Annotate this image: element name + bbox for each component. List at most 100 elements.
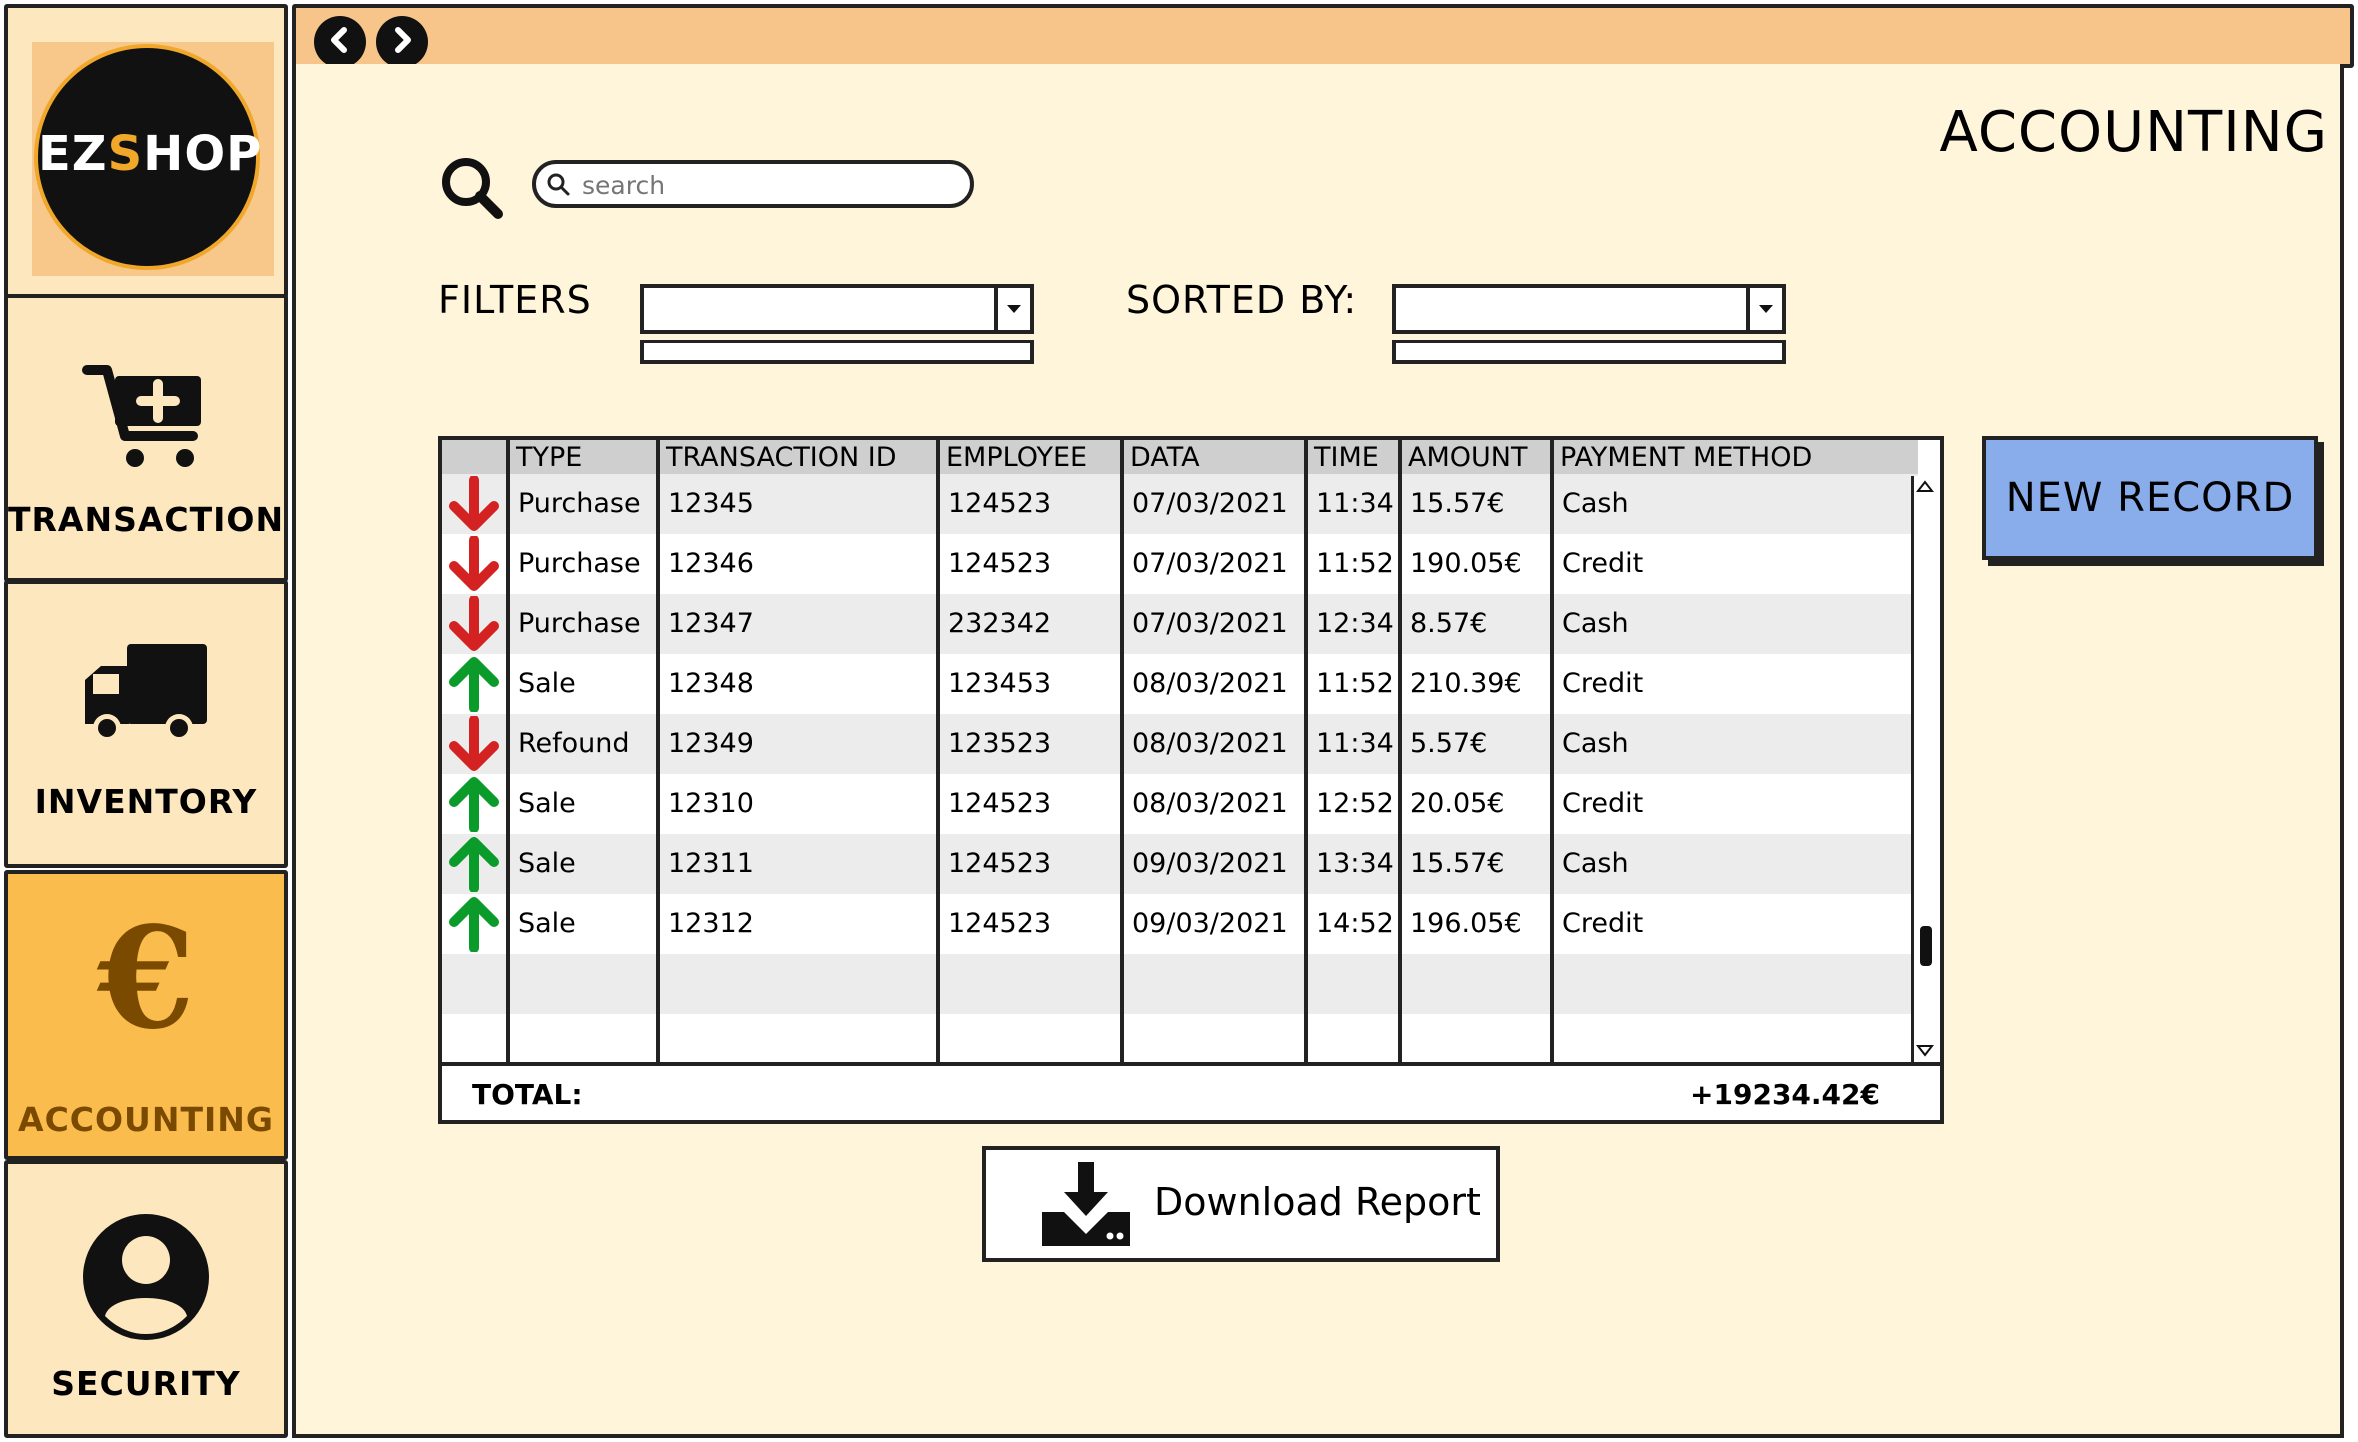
table-row[interactable]: Sale 12348 123453 08/03/2021 11:52 210.39€ Cre… [442, 654, 1918, 714]
cell-date: 07/03/2021 [1132, 548, 1288, 579]
cell-employee: 123453 [948, 668, 1052, 699]
cart-plus-icon [81, 362, 211, 472]
table-row[interactable]: Sale 12310 124523 08/03/2021 12:52 20.05€ Cred… [442, 774, 1918, 834]
cell-date: 09/03/2021 [1132, 848, 1288, 879]
search-input[interactable] [580, 168, 964, 202]
table-row[interactable]: Sale 12312 124523 09/03/2021 14:52 196.05€ Cre… [442, 894, 1918, 954]
forward-button[interactable] [376, 16, 428, 68]
cell-date: 07/03/2021 [1132, 488, 1288, 519]
search-icon[interactable] [440, 156, 504, 220]
cell-type: Purchase [518, 608, 641, 639]
table-row [442, 954, 1918, 1014]
cell-method: Credit [1562, 908, 1644, 939]
column-header-type[interactable]: TYPE [512, 440, 662, 474]
chevron-down-icon[interactable] [994, 288, 1030, 330]
table-row[interactable]: Purchase 12345 124523 07/03/2021 11:34 15.57€… [442, 474, 1918, 534]
filters-label: FILTERS [438, 278, 592, 322]
arrow-up-icon [446, 896, 502, 956]
chevron-left-icon [325, 25, 355, 59]
cell-amount: 15.57€ [1410, 848, 1505, 879]
download-report-label: Download Report [1154, 1180, 1481, 1224]
cell-amount: 5.57€ [1410, 728, 1488, 759]
cell-type: Purchase [518, 488, 641, 519]
sidebar-item-label: ACCOUNTING [18, 1100, 274, 1139]
back-button[interactable] [314, 16, 366, 68]
column-divider [1120, 440, 1124, 1062]
cell-amount: 8.57€ [1410, 608, 1488, 639]
sidebar: EZSHOP TRANSACTION INVENTORY € ACCOUNTIN… [0, 0, 292, 1442]
search-box [532, 160, 974, 208]
cell-time: 11:34 [1316, 728, 1394, 759]
cell-amount: 210.39€ [1410, 668, 1522, 699]
scroll-up-icon[interactable] [1915, 478, 1935, 497]
column-divider [1304, 440, 1308, 1062]
download-icon [1038, 1158, 1134, 1250]
arrow-down-icon [446, 715, 502, 776]
chevron-down-icon[interactable] [1746, 288, 1782, 330]
cell-id: 12345 [668, 488, 754, 519]
cell-type: Sale [518, 908, 576, 939]
cell-type: Purchase [518, 548, 641, 579]
table-row[interactable]: Purchase 12347 232342 07/03/2021 12:34 8.57€ C… [442, 594, 1918, 654]
transactions-table: TYPE TRANSACTION ID EMPLOYEE DATA TIME A… [438, 436, 1944, 1066]
sidebar-item-label: TRANSACTION [8, 500, 285, 539]
cell-employee: 124523 [948, 908, 1052, 939]
arrow-down-icon [446, 595, 502, 656]
cell-method: Cash [1562, 488, 1629, 519]
cell-type: Sale [518, 788, 576, 819]
total-label: TOTAL: [472, 1078, 583, 1111]
table-row[interactable]: Refound 12349 123523 08/03/2021 11:34 5.57€ Ca… [442, 714, 1918, 774]
cell-id: 12312 [668, 908, 754, 939]
cell-time: 11:52 [1316, 668, 1394, 699]
filters-dropdown[interactable] [640, 284, 1034, 334]
sidebar-item-inventory[interactable]: INVENTORY [4, 580, 288, 868]
search-field-icon [546, 172, 572, 198]
table-row[interactable]: Sale 12311 124523 09/03/2021 13:34 15.57€ Cash [442, 834, 1918, 894]
sorted-by-dropdown[interactable] [1392, 284, 1786, 334]
filters-dropdown-shadow [640, 340, 1034, 364]
sidebar-item-label: INVENTORY [34, 782, 258, 821]
logo-background: EZSHOP [32, 42, 274, 276]
sidebar-item-security[interactable]: SECURITY [4, 1160, 288, 1438]
arrow-up-icon [446, 836, 502, 896]
column-header-data[interactable]: DATA [1126, 440, 1310, 474]
cell-time: 12:34 [1316, 608, 1394, 639]
column-header-transaction-id[interactable]: TRANSACTION ID [662, 440, 942, 474]
scroll-down-icon[interactable] [1915, 1043, 1935, 1062]
column-divider [506, 440, 510, 1062]
page-title: ACCOUNTING [1939, 100, 2328, 165]
table-scrollbar[interactable] [1911, 476, 1938, 1062]
download-report-button[interactable]: Download Report [982, 1146, 1500, 1262]
cell-method: Credit [1562, 788, 1644, 819]
table-row[interactable]: Purchase 12346 124523 07/03/2021 11:52 190.05… [442, 534, 1918, 594]
sidebar-item-accounting[interactable]: € ACCOUNTING [4, 870, 288, 1160]
cell-amount: 196.05€ [1410, 908, 1522, 939]
column-header-payment-method[interactable]: PAYMENT METHOD [1556, 440, 1916, 474]
truck-icon [81, 640, 211, 750]
sorted-by-label: SORTED BY: [1126, 278, 1358, 322]
new-record-button[interactable]: NEW RECORD [1982, 436, 2318, 560]
logo-text: EZSHOP [38, 126, 263, 182]
arrow-down-icon [446, 475, 502, 536]
column-header-time[interactable]: TIME [1310, 440, 1404, 474]
cell-date: 08/03/2021 [1132, 788, 1288, 819]
arrow-down-icon [446, 535, 502, 596]
cell-time: 14:52 [1316, 908, 1394, 939]
sorted-by-dropdown-shadow [1392, 340, 1786, 364]
sidebar-item-transaction[interactable]: TRANSACTION [4, 294, 288, 582]
cell-method: Credit [1562, 668, 1644, 699]
column-divider [936, 440, 940, 1062]
cell-method: Cash [1562, 848, 1629, 879]
scrollbar-thumb[interactable] [1920, 926, 1932, 966]
logo: EZSHOP [34, 44, 263, 270]
column-header-employee[interactable]: EMPLOYEE [942, 440, 1126, 474]
column-header-amount[interactable]: AMOUNT [1404, 440, 1556, 474]
cell-method: Cash [1562, 608, 1629, 639]
arrow-up-icon [446, 656, 502, 716]
column-divider [1550, 440, 1554, 1062]
cell-date: 08/03/2021 [1132, 728, 1288, 759]
cell-type: Sale [518, 848, 576, 879]
arrow-up-icon [446, 776, 502, 836]
cell-amount: 20.05€ [1410, 788, 1505, 819]
table-header: TYPE TRANSACTION ID EMPLOYEE DATA TIME A… [442, 440, 1918, 476]
